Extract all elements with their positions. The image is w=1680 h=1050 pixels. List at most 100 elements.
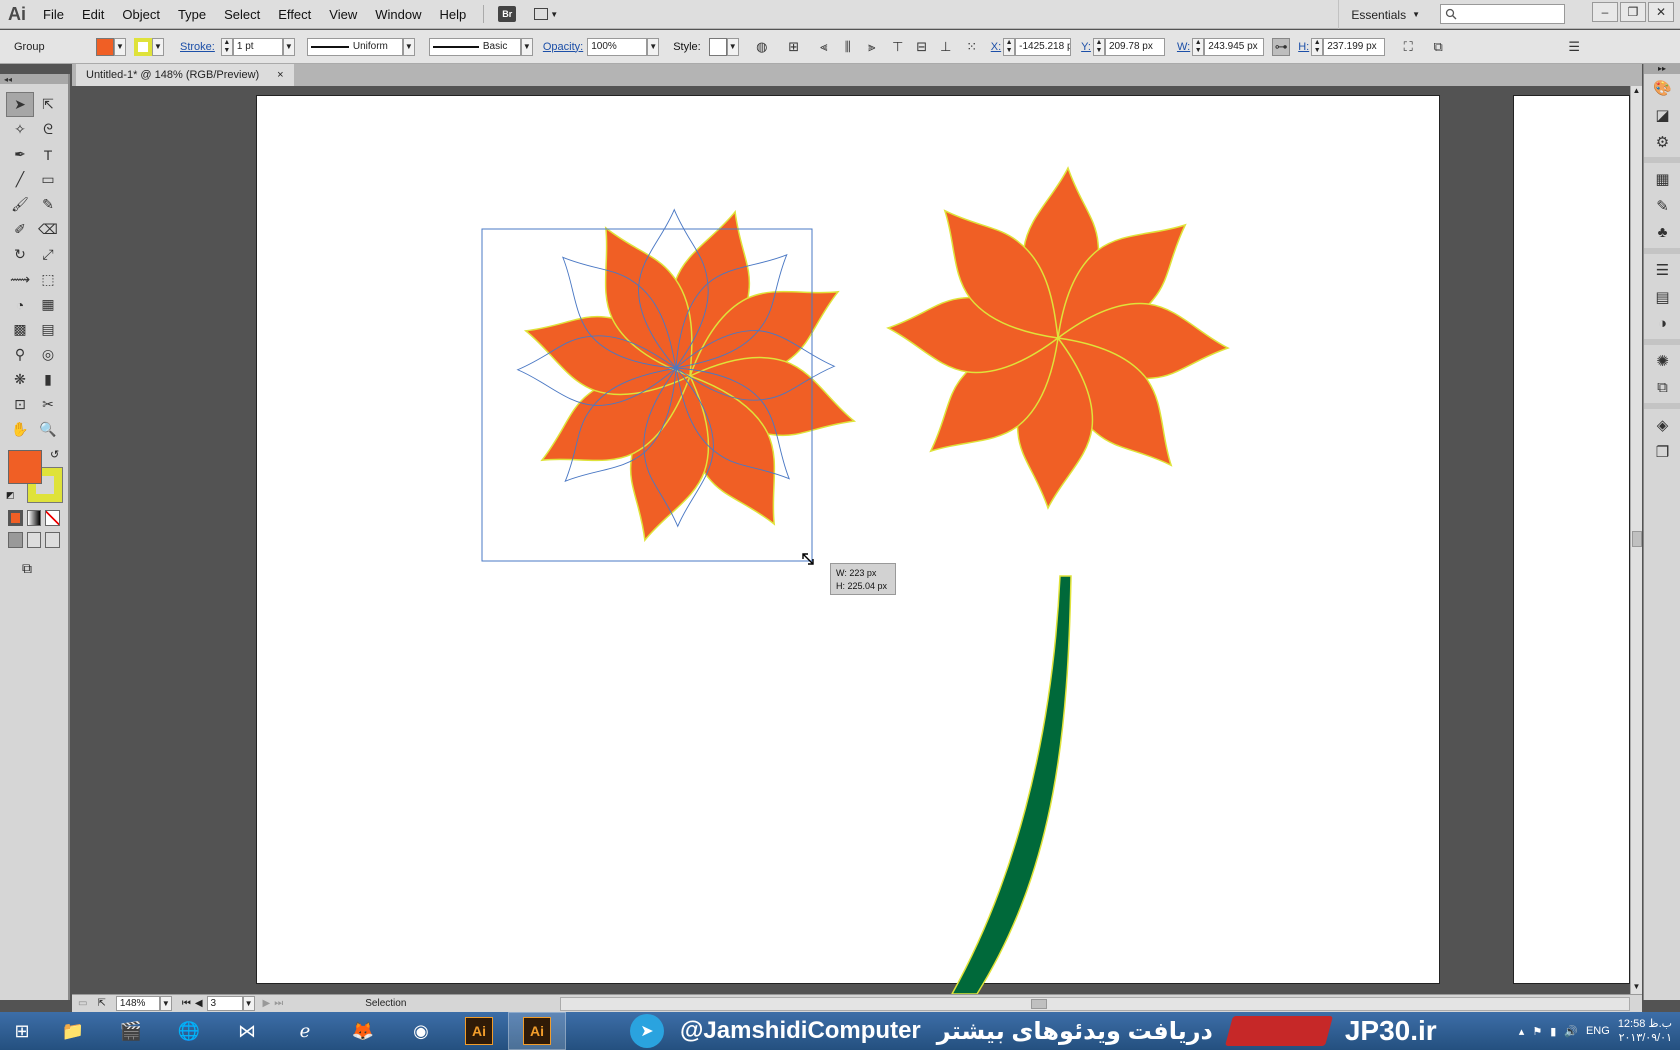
variable-width-profile[interactable]: Uniform xyxy=(306,37,403,56)
workspace-switcher[interactable]: Essentials ▼ xyxy=(1338,0,1420,29)
stroke-weight-stepper[interactable]: ▲ ▼ xyxy=(220,37,233,56)
menu-object[interactable]: Object xyxy=(113,0,169,29)
vertical-scrollbar[interactable]: ▲ ▼ xyxy=(1630,86,1642,994)
align-bottom-icon[interactable]: ⊥ xyxy=(937,38,955,56)
column-graph-tool-icon[interactable]: ▮ xyxy=(34,367,62,392)
stroke-dropdown[interactable]: ▼ xyxy=(152,37,164,56)
shape-builder-tool-icon[interactable]: ◔ xyxy=(6,292,34,317)
media-app-icon[interactable]: 🎬 xyxy=(102,1012,160,1050)
lasso-tool-icon[interactable]: ᘓ xyxy=(34,117,62,142)
vertical-scroll-thumb[interactable] xyxy=(1632,531,1642,547)
selection-tool-icon[interactable]: ➤ xyxy=(6,92,34,117)
stroke-weight-field[interactable]: 1 pt xyxy=(232,37,283,56)
kuler-icon[interactable]: ⚙ xyxy=(1644,128,1680,155)
color-mode-icon[interactable] xyxy=(8,510,23,526)
transparency-icon[interactable]: ◑ xyxy=(1644,310,1680,337)
clock[interactable]: 12:58 ب.ظ ۲۰۱۳/۰۹/۰۱ xyxy=(1618,1017,1672,1045)
graphic-styles-icon[interactable]: ⧉ xyxy=(1644,374,1680,401)
visual-studio-icon[interactable]: ⋈ xyxy=(218,1012,276,1050)
opacity-label[interactable]: Opacity: xyxy=(543,41,583,53)
paintbrush-tool-icon[interactable]: 🖌 xyxy=(6,192,34,217)
horizontal-scroll-thumb[interactable] xyxy=(1031,999,1047,1009)
draw-behind-icon[interactable] xyxy=(26,532,42,548)
tools-panel-header[interactable]: ◂◂ xyxy=(0,74,68,84)
scroll-down-icon[interactable]: ▼ xyxy=(1631,982,1642,994)
y-label[interactable]: Y: xyxy=(1081,41,1091,53)
pen-tool-icon[interactable]: ✒ xyxy=(6,142,34,167)
color-panel-icon[interactable]: 🎨 xyxy=(1644,74,1680,101)
menu-view[interactable]: View xyxy=(320,0,366,29)
align-right-icon[interactable]: ⫸ xyxy=(863,38,881,56)
w-stepper[interactable]: ▲ ▼ xyxy=(1192,37,1205,56)
transform-icon[interactable]: ⛶ xyxy=(1399,38,1417,56)
horizontal-scrollbar[interactable] xyxy=(560,997,1630,1011)
flower-left[interactable] xyxy=(488,174,891,577)
type-tool-icon[interactable]: T xyxy=(34,142,62,167)
blob-brush-tool-icon[interactable]: ✐ xyxy=(6,217,34,242)
chrome-icon[interactable]: ◉ xyxy=(392,1012,450,1050)
prev-artboard-icon[interactable]: ◀ xyxy=(195,998,203,1009)
input-language[interactable]: ENG xyxy=(1586,1025,1610,1037)
y-field[interactable]: 209.78 px xyxy=(1104,37,1165,56)
draw-normal-icon[interactable] xyxy=(8,532,23,548)
w-field[interactable]: 243.945 px xyxy=(1204,37,1265,56)
recolor-artwork-icon[interactable]: ◍ xyxy=(753,38,771,56)
arrange-documents-button[interactable]: ▼ xyxy=(534,5,562,23)
y-stepper[interactable]: ▲ ▼ xyxy=(1092,37,1105,56)
stroke-swatch[interactable] xyxy=(134,37,152,56)
fill-swatch[interactable] xyxy=(96,37,114,56)
blend-tool-icon[interactable]: ◎ xyxy=(34,342,62,367)
constrain-proportions-icon[interactable]: ⊶ xyxy=(1272,37,1291,56)
gradient-panel-icon[interactable]: ▤ xyxy=(1644,283,1680,310)
free-transform-tool-icon[interactable]: ⬚ xyxy=(34,267,62,292)
rotate-tool-icon[interactable]: ↻ xyxy=(6,242,34,267)
h-field[interactable]: 237.199 px xyxy=(1323,37,1386,56)
close-tab-icon[interactable]: × xyxy=(277,69,283,81)
h-label[interactable]: H: xyxy=(1298,41,1309,53)
x-field[interactable]: -1425.218 p xyxy=(1015,37,1072,56)
firefox-icon[interactable]: 🦊 xyxy=(334,1012,392,1050)
menu-file[interactable]: File xyxy=(34,0,73,29)
eyedropper-tool-icon[interactable]: ⚲ xyxy=(6,342,34,367)
menu-select[interactable]: Select xyxy=(215,0,269,29)
artboard-tool-icon[interactable]: ⊡ xyxy=(6,392,34,417)
none-mode-icon[interactable] xyxy=(45,510,61,526)
menu-type[interactable]: Type xyxy=(169,0,215,29)
style-dropdown[interactable]: ▼ xyxy=(726,37,739,56)
rectangle-tool-icon[interactable]: ▭ xyxy=(34,167,62,192)
swap-colors-icon[interactable]: ↺ xyxy=(50,448,59,461)
align-middle-icon[interactable]: ⊟ xyxy=(913,38,931,56)
align-top-icon[interactable]: ⊤ xyxy=(889,38,907,56)
internet-explorer-icon[interactable]: ℯ xyxy=(276,1012,334,1050)
brush-dropdown[interactable]: ▼ xyxy=(520,37,533,56)
brush-definition[interactable]: Basic xyxy=(428,37,521,56)
artboards-icon[interactable]: ❐ xyxy=(1644,438,1680,465)
zoom-dropdown[interactable]: ▼ xyxy=(159,996,172,1011)
open-in-bridge-icon[interactable]: ⇱ xyxy=(97,998,105,1009)
eraser-tool-icon[interactable]: ⌫ xyxy=(34,217,62,242)
stroke-weight-dropdown[interactable]: ▼ xyxy=(282,37,295,56)
illustrator-active-taskbar-icon[interactable]: Ai xyxy=(508,1012,566,1050)
panel-menu-icon[interactable]: ☰ xyxy=(1565,38,1583,56)
minimize-button[interactable]: – xyxy=(1592,2,1618,22)
tray-volume-icon[interactable]: 🔊 xyxy=(1564,1025,1578,1038)
scale-tool-icon[interactable]: ⤢ xyxy=(34,242,62,267)
pencil-tool-icon[interactable]: ✎ xyxy=(34,192,62,217)
zoom-tool-icon[interactable]: 🔍 xyxy=(34,417,62,442)
flower-right[interactable] xyxy=(887,167,1229,509)
stroke-panel-icon[interactable]: ☰ xyxy=(1644,256,1680,283)
network-app-icon[interactable]: 🌐 xyxy=(160,1012,218,1050)
artboard-field[interactable]: 3 xyxy=(206,996,243,1011)
reference-point-icon[interactable]: ⁙ xyxy=(963,38,981,56)
stroke-label[interactable]: Stroke: xyxy=(180,41,215,53)
bridge-button[interactable]: Br xyxy=(498,6,517,22)
menu-window[interactable]: Window xyxy=(366,0,430,29)
document-tab[interactable]: Untitled-1* @ 148% (RGB/Preview) × xyxy=(76,64,294,86)
start-icon[interactable]: ⊞ xyxy=(0,1012,44,1050)
fill-dropdown[interactable]: ▼ xyxy=(114,37,126,56)
tray-expand-icon[interactable]: ▴ xyxy=(1519,1025,1525,1038)
opacity-field[interactable]: 100% xyxy=(587,37,648,56)
line-tool-icon[interactable]: ╱ xyxy=(6,167,34,192)
menu-edit[interactable]: Edit xyxy=(73,0,113,29)
menu-effect[interactable]: Effect xyxy=(269,0,320,29)
